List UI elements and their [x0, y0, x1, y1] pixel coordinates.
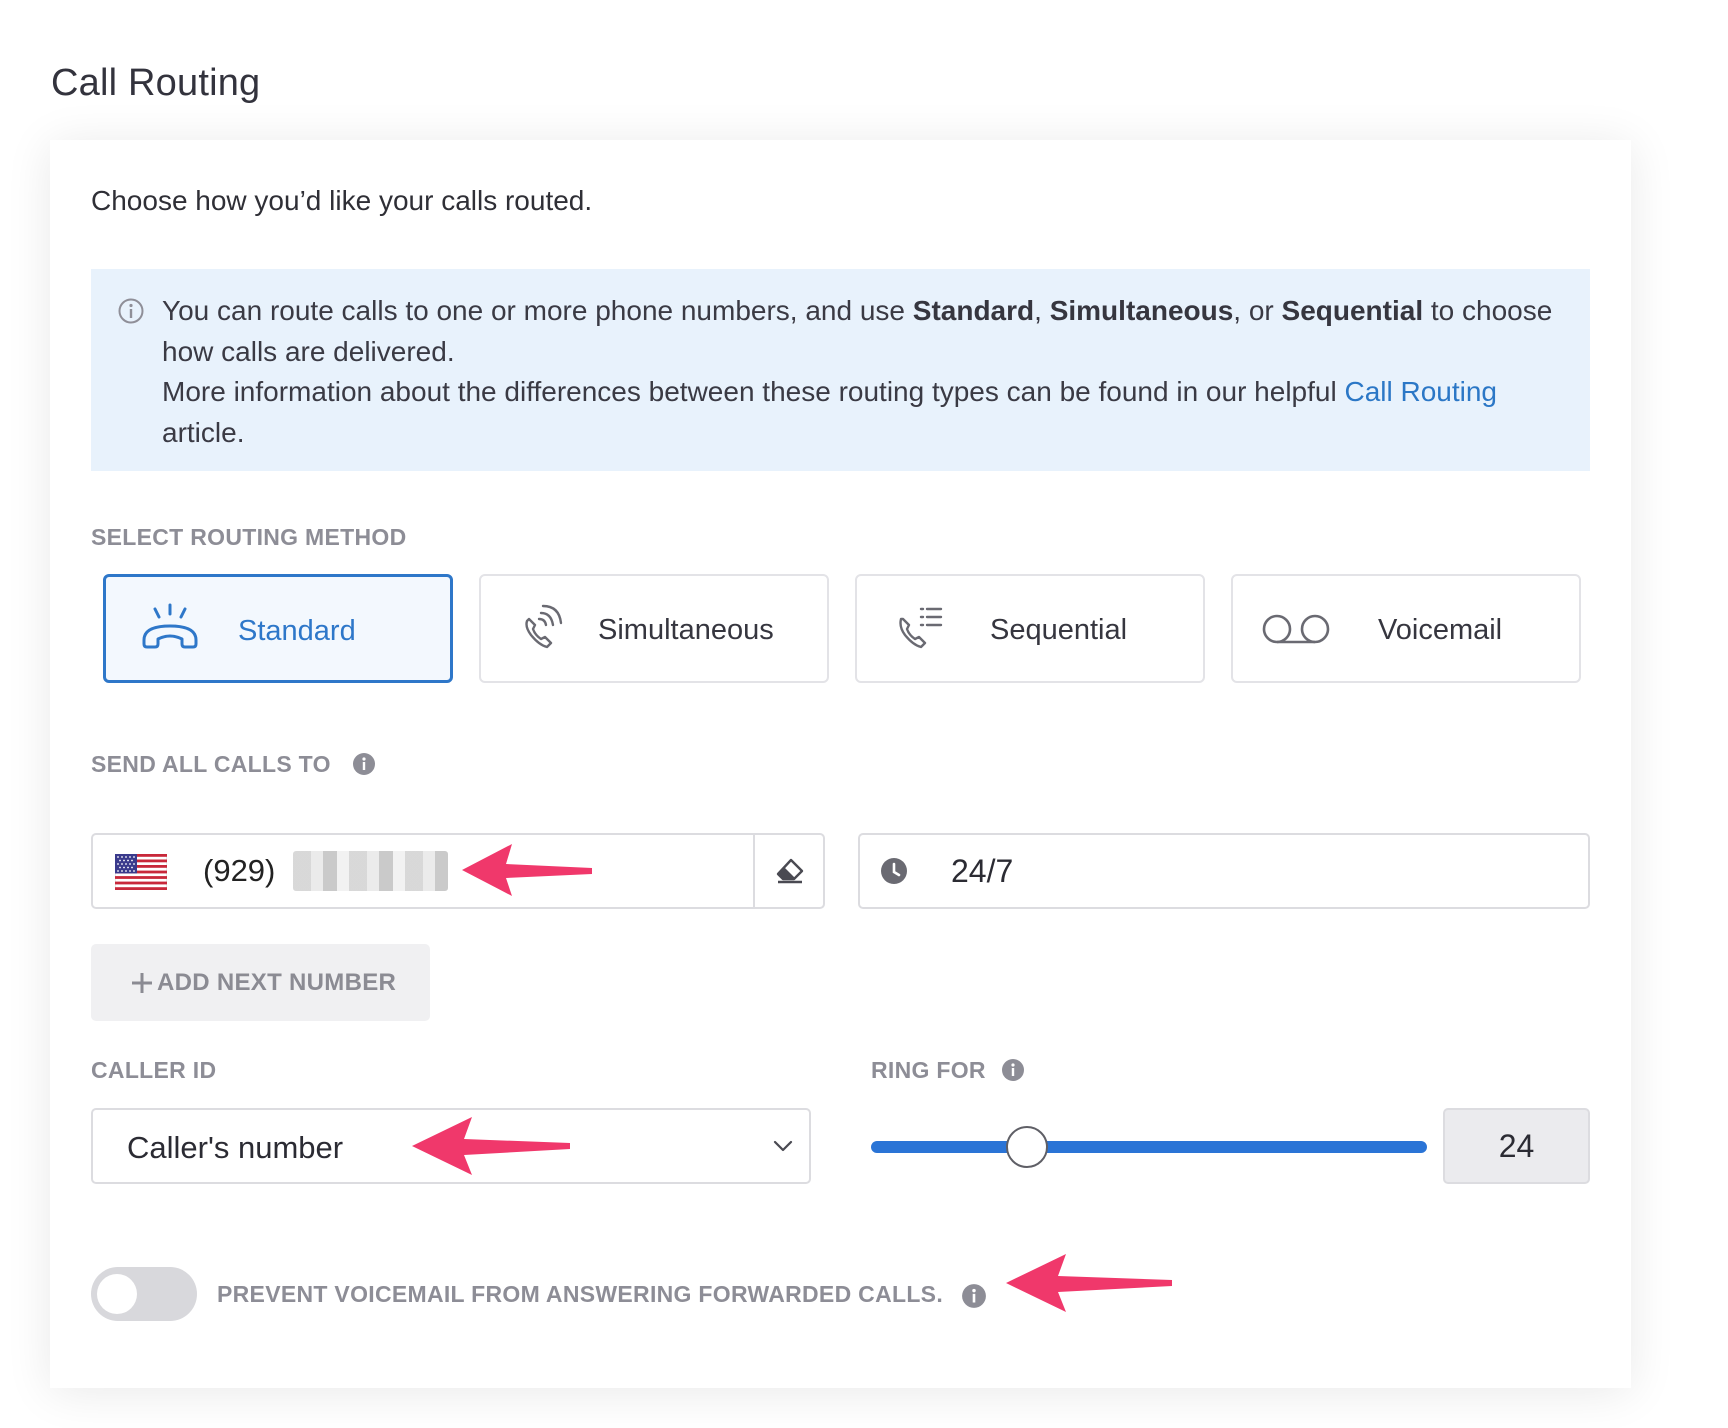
routing-method-sequential[interactable]: Sequential [855, 574, 1205, 683]
phone-ringing-icon [142, 603, 198, 649]
phone-list-icon [899, 607, 943, 649]
info-icon[interactable] [352, 752, 376, 776]
schedule-selector[interactable]: 24/7 [858, 833, 1590, 909]
info-text: You can route calls to one or more phone… [162, 295, 1553, 448]
call-routing-card: Choose how you’d like your calls routed.… [50, 140, 1631, 1388]
clear-number-button[interactable] [753, 835, 823, 907]
info-simultaneous: Simultaneous [1049, 295, 1234, 326]
voicemail-icon [1262, 614, 1330, 644]
annotation-arrow-phone [462, 844, 592, 896]
schedule-value: 24/7 [951, 853, 1014, 889]
slider-thumb[interactable] [1005, 1126, 1048, 1168]
routing-method-label: Voicemail [1378, 614, 1503, 646]
info-sequential: Sequential [1281, 295, 1424, 326]
phone-number-input[interactable]: (929) [91, 833, 825, 909]
redacted-phone-digits [293, 851, 448, 891]
info-standard: Standard [912, 295, 1035, 326]
routing-method-label: Sequential [990, 614, 1128, 646]
routing-method-voicemail[interactable]: Voicemail [1231, 574, 1581, 683]
ring-for-label: RING FOR [871, 1057, 986, 1083]
info-icon[interactable] [1001, 1058, 1025, 1082]
eraser-icon [776, 858, 804, 884]
intro-text: Choose how you’d like your calls routed. [91, 185, 593, 216]
chevron-down-icon [773, 1140, 793, 1152]
us-flag-icon [115, 854, 167, 890]
clock-icon [881, 858, 907, 884]
prevent-voicemail-toggle[interactable] [91, 1267, 197, 1321]
select-routing-method-label: SELECT ROUTING METHOD [91, 524, 407, 550]
routing-method-standard[interactable]: Standard [103, 574, 453, 683]
plus-icon [132, 973, 152, 993]
info-icon[interactable] [961, 1283, 987, 1309]
prevent-voicemail-label: PREVENT VOICEMAIL FROM ANSWERING FORWARD… [217, 1281, 944, 1307]
ring-duration-slider[interactable] [871, 1115, 1427, 1179]
call-routing-article-link[interactable]: Call Routing [1344, 376, 1497, 407]
routing-method-label: Simultaneous [598, 614, 774, 646]
phone-number-value: (929) [203, 853, 276, 888]
add-next-number-button[interactable]: ADD NEXT NUMBER [91, 944, 430, 1021]
caller-id-value: Caller's number [127, 1130, 344, 1165]
phone-waves-icon [525, 604, 563, 649]
ring-duration-value: 24 [1443, 1108, 1590, 1184]
toggle-knob [97, 1274, 137, 1314]
routing-method-label: Standard [238, 615, 356, 647]
annotation-arrow-prevent-voicemail [1006, 1254, 1172, 1312]
caller-id-label: CALLER ID [91, 1057, 217, 1083]
add-next-number-label: ADD NEXT NUMBER [157, 969, 397, 996]
info-box: You can route calls to one or more phone… [91, 269, 1590, 471]
slider-track [871, 1141, 1427, 1153]
routing-method-simultaneous[interactable]: Simultaneous [479, 574, 829, 683]
info-circle-icon [118, 298, 144, 324]
page-title: Call Routing [51, 62, 261, 104]
send-all-calls-label: SEND ALL CALLS TO [91, 751, 331, 777]
annotation-arrow-caller-id [412, 1117, 570, 1175]
